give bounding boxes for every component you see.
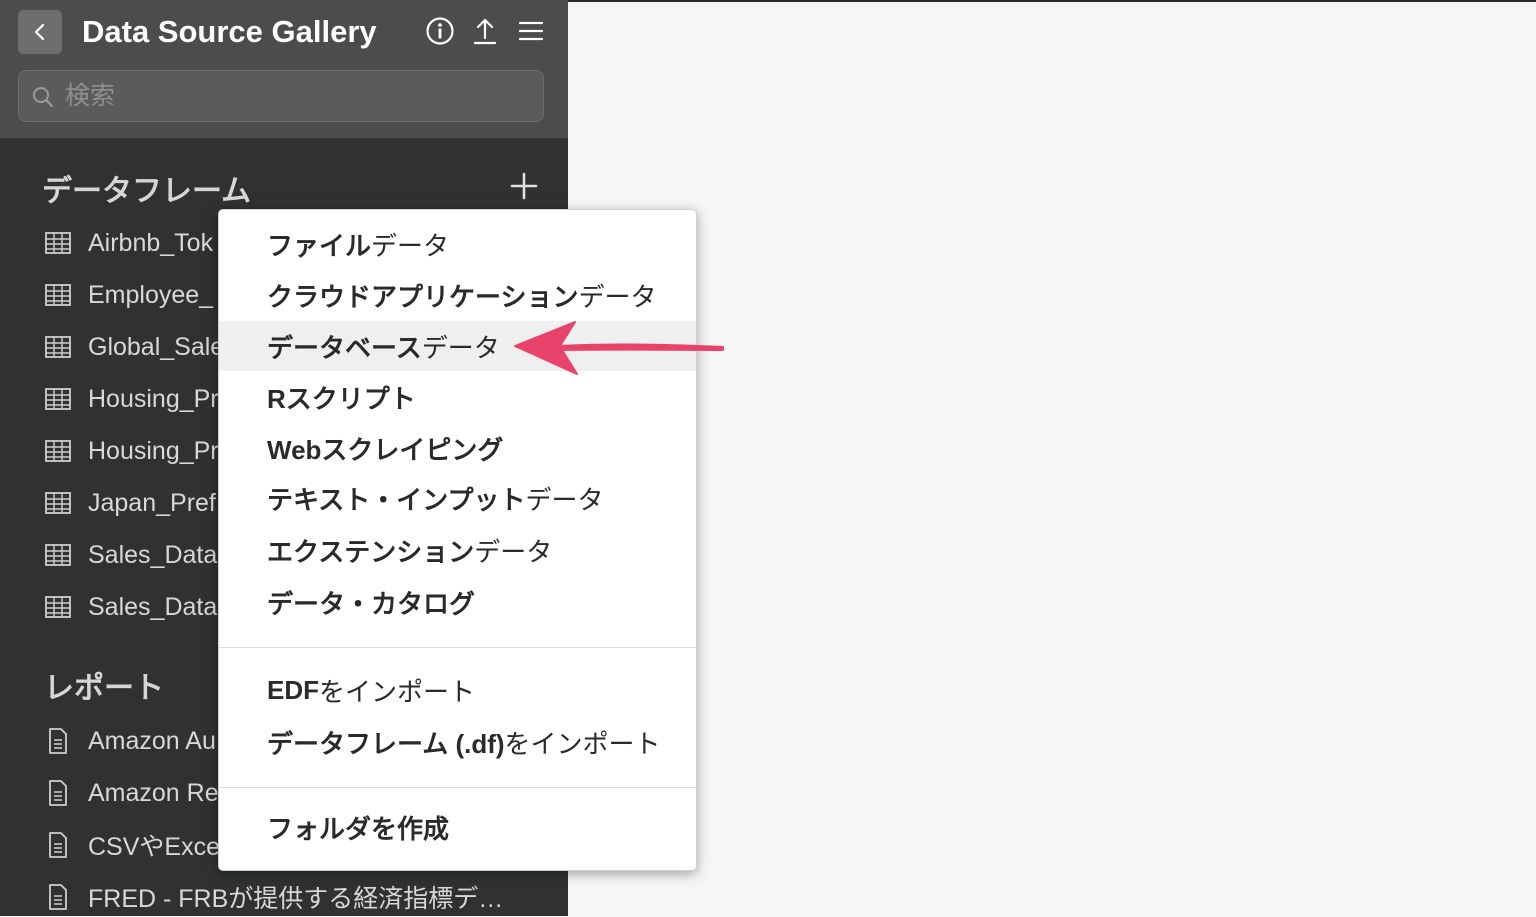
table-icon — [44, 593, 72, 621]
menu-item-label-bold: クラウドアプリケーション — [267, 281, 579, 312]
content-top-border — [568, 0, 1536, 2]
dataframe-item-label: Airbnb_Tok — [88, 228, 214, 257]
menu-divider — [219, 647, 696, 648]
menu-item-label-bold: Webスクレイピング — [267, 434, 504, 465]
menu-item-label-normal: データ — [578, 281, 657, 312]
table-icon — [44, 489, 72, 517]
menu-item[interactable]: Webスクレイピング — [219, 423, 696, 473]
menu-item-label-bold: エクステンション — [267, 536, 475, 567]
report-item-label: Amazon Au — [88, 726, 216, 755]
chevron-left-icon — [34, 23, 45, 41]
menu-item[interactable]: テキスト・インプット データ — [219, 473, 696, 523]
search-box — [18, 70, 544, 122]
sidebar-header: Data Source Gallery — [0, 0, 568, 138]
table-icon — [44, 229, 72, 257]
add-data-source-menu: ファイル データ クラウドアプリケーション データ データベース データ Rスクリプト Web… — [218, 209, 697, 871]
dataframes-section-title: データフレーム — [42, 175, 252, 208]
menu-item-label-normal: データ — [525, 484, 604, 515]
menu-item-label-bold: ファイル — [267, 230, 372, 261]
table-icon — [44, 437, 72, 465]
report-item-label: CSVやExce — [88, 833, 220, 861]
annotation-arrow-icon — [514, 321, 724, 375]
menu-item-label-normal: データ — [421, 332, 500, 363]
upload-button[interactable] — [468, 14, 502, 48]
menu-item[interactable]: データ・カタログ — [219, 577, 696, 627]
menu-item-label-bold: EDF — [267, 674, 319, 705]
menu-item-label-bold: フォルダを作成 — [267, 813, 450, 844]
menu-item-label-normal: をインポート — [504, 728, 661, 759]
plus-icon — [510, 172, 538, 200]
dataframe-item-label: Employee_ — [88, 280, 214, 309]
dataframe-item-label: Japan_Pref — [88, 488, 216, 517]
menu-item-label-normal: をインポート — [319, 676, 476, 707]
menu-item-label-normal: データ — [474, 536, 553, 567]
menu-button[interactable] — [514, 14, 548, 48]
menu-item-label-normal: データ — [371, 230, 450, 261]
document-icon — [44, 779, 72, 807]
menu-item-label-bold: データベース — [267, 332, 422, 363]
menu-item-label-bold: データ・カタログ — [267, 588, 476, 619]
document-icon — [44, 883, 72, 911]
dataframe-item-label: Housing_Pr — [88, 436, 219, 465]
menu-item-label-bold: テキスト・インプット — [267, 484, 526, 515]
document-icon — [44, 727, 72, 755]
info-button[interactable] — [423, 14, 457, 48]
table-icon — [44, 385, 72, 413]
back-button[interactable] — [18, 10, 62, 54]
table-icon — [44, 541, 72, 569]
menu-item[interactable]: EDF をインポート — [219, 665, 696, 715]
dataframe-item-label: Sales_Data — [88, 540, 218, 569]
menu-item-label-bold: データフレーム (.df) — [267, 728, 505, 759]
search-input[interactable] — [65, 71, 535, 121]
page-title: Data Source Gallery — [82, 14, 377, 49]
upload-icon — [473, 18, 497, 45]
report-item-label: Amazon Re — [88, 778, 219, 807]
add-data-button[interactable] — [506, 168, 542, 204]
menu-item[interactable]: ファイル データ — [219, 219, 696, 269]
table-icon — [44, 333, 72, 361]
report-item-label: FRED - FRBが提供する経済指標デ… — [88, 885, 504, 913]
menu-icon — [518, 21, 544, 41]
dataframe-item-label: Global_Sale — [88, 332, 225, 361]
menu-item[interactable]: データフレーム (.df) をインポート — [219, 717, 696, 767]
menu-item-label-bold: Rスクリプト — [267, 383, 416, 414]
dataframe-item-label: Housing_Pr — [88, 384, 219, 413]
report-item[interactable]: FRED - FRBが提供する経済指標デ… — [44, 877, 554, 917]
search-icon — [33, 87, 53, 107]
menu-divider — [219, 787, 696, 788]
info-icon — [426, 17, 454, 45]
dataframe-item-label: Sales_Data — [88, 592, 218, 621]
menu-item[interactable]: エクステンション データ — [219, 525, 696, 575]
reports-section-title: レポート — [44, 672, 164, 705]
document-icon — [44, 831, 72, 859]
menu-item[interactable]: フォルダを作成 — [219, 802, 696, 852]
table-icon — [44, 281, 72, 309]
